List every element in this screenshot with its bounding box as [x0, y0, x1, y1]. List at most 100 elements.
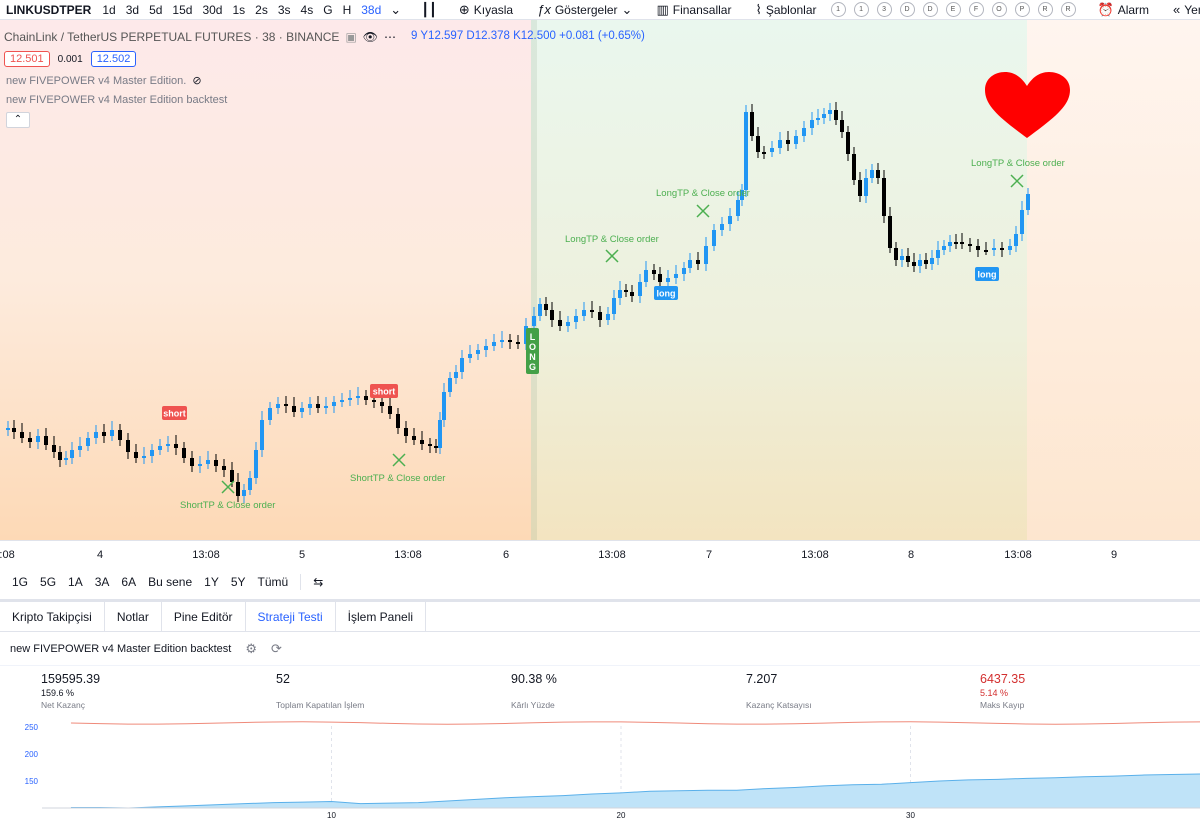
long1-label: long	[657, 289, 676, 299]
y-tick-label: 200	[25, 750, 39, 759]
stat-label: Kârlı Yüzde	[511, 700, 555, 710]
stat-percent: 5.14 %	[980, 688, 1009, 698]
range-3[interactable]: 3A	[89, 575, 116, 589]
ohlc-values: 9 Y12.597 D12.378 K12.500 +0.081 (+0.65%…	[411, 30, 645, 42]
indicator-1-label: new FIVEPOWER v4 Master Edition.	[6, 74, 187, 87]
time-tick: 13:08	[598, 549, 626, 561]
quick-button-6[interactable]: F	[968, 2, 984, 17]
compare-button[interactable]: ⊕ Kıyasla	[453, 2, 519, 18]
eye-icon[interactable]: 👁	[363, 30, 378, 44]
timeframe-0[interactable]: 1d	[97, 3, 120, 17]
timeframe-list: 1d 3d 5d 15d 30d 1s 2s 3s 4s G H 38d	[97, 3, 386, 17]
x-tick-label: 30	[906, 811, 915, 820]
symbol-title: ChainLink / TetherUS PERPETUAL FUTURES ·…	[4, 30, 340, 44]
long-vertical-letter: O	[529, 342, 536, 352]
equity-area	[42, 773, 1200, 808]
tab-4[interactable]: İşlem Paneli	[336, 602, 427, 631]
candlestick-icon[interactable]: ┃┃	[417, 2, 441, 18]
timeframe-4[interactable]: 30d	[197, 3, 227, 17]
quick-button-1[interactable]: 1	[853, 2, 869, 17]
timeframe-5[interactable]: 1s	[227, 3, 250, 17]
quick-button-0[interactable]: 1	[830, 2, 846, 17]
tradingview-app: LINKUSDTPER 1d 3d 5d 15d 30d 1s 2s 3s 4s G H 38d ⌄ …	[0, 0, 1200, 821]
templates-button[interactable]: ⌇ Şablonlar	[749, 2, 822, 18]
range-4[interactable]: 6A	[115, 575, 142, 589]
stat-value: 6437.35	[980, 672, 1026, 686]
replay-label: Yeniden oynat	[1184, 2, 1200, 17]
tab-1[interactable]: Notlar	[105, 602, 162, 631]
timeframe-7[interactable]: 3s	[273, 3, 296, 17]
chevron-down-icon[interactable]: ⌄	[386, 2, 405, 18]
replay-button[interactable]: « Yeniden oynat	[1167, 2, 1200, 17]
stat-percent: 159.6 %	[41, 688, 75, 698]
timeframe-11[interactable]: 38d	[356, 3, 386, 17]
quick-button-10[interactable]: R	[1060, 2, 1076, 17]
timeframe-6[interactable]: 2s	[250, 3, 273, 17]
indicators-button[interactable]: ƒx Göstergeler ⌄	[531, 2, 638, 18]
indicator-legend-1[interactable]: new FIVEPOWER v4 Master Edition. ⊘	[6, 74, 202, 88]
tab-3[interactable]: Strateji Testi	[246, 602, 336, 631]
quick-button-9[interactable]: R	[1037, 2, 1053, 17]
date-range-bar: 1G 5G 1A 3A 6A Bu sene 1Y 5Y Tümü ⇆	[0, 566, 1200, 598]
close-cross-icon	[221, 480, 235, 494]
range-0[interactable]: 1G	[0, 575, 34, 589]
tab-2[interactable]: Pine Editör	[162, 602, 246, 631]
financials-button[interactable]: ▥ Finansallar	[650, 2, 737, 18]
short1-label: short	[163, 409, 186, 419]
range-8[interactable]: Tümü	[252, 575, 295, 589]
stat-value: 7.207	[746, 672, 778, 686]
range-5[interactable]: Bu sene	[142, 575, 198, 589]
quick-button-5[interactable]: E	[945, 2, 961, 17]
quick-button-7[interactable]: O	[991, 2, 1007, 17]
symbol-search[interactable]: LINKUSDTPER	[0, 3, 97, 17]
alarm-button[interactable]: ⏰ Alarm	[1092, 2, 1156, 18]
indicator-legend-2[interactable]: new FIVEPOWER v4 Master Edition backtest	[6, 94, 227, 106]
legend-title-row: ChainLink / TetherUS PERPETUAL FUTURES ·…	[4, 30, 396, 44]
timeframe-1[interactable]: 3d	[121, 3, 144, 17]
alarm-clock-icon: ⏰	[1097, 1, 1114, 17]
time-tick: 13:08	[394, 549, 422, 561]
stat-percent	[276, 688, 364, 698]
square-icon[interactable]: ▣	[345, 30, 356, 44]
settings-gear-icon[interactable]: ⚙	[245, 641, 257, 657]
more-icon[interactable]: ⋯	[384, 30, 396, 44]
templates-label: Şablonlar	[765, 2, 817, 17]
function-icon: ƒx	[537, 2, 551, 17]
eye-slash-icon[interactable]: ⊘	[192, 74, 201, 87]
long-vertical-letter: L	[530, 332, 536, 342]
time-tick: 4	[96, 549, 104, 561]
stat-value: 90.38 %	[511, 672, 557, 686]
tab-0[interactable]: Kripto Takipçisi	[0, 602, 105, 631]
financials-label: Finansallar	[672, 2, 732, 17]
long1-marker: long	[654, 286, 678, 300]
quick-button-2[interactable]: 3	[876, 2, 892, 17]
range-6[interactable]: 1Y	[198, 575, 225, 589]
quick-button-4[interactable]: D	[922, 2, 938, 17]
x-tick-label: 10	[327, 811, 336, 820]
collapse-legend-button[interactable]: ⌃	[6, 112, 30, 128]
sell-price[interactable]: 12.501	[4, 51, 50, 67]
quick-button-3[interactable]: D	[899, 2, 915, 17]
long-vertical-letter: G	[529, 362, 536, 372]
refresh-icon[interactable]: ⟳	[271, 641, 282, 657]
go-to-date-icon[interactable]: ⇆	[307, 575, 329, 589]
equity-curve-chart: 250 200 150 10 20 30	[25, 721, 1200, 820]
heart-icon	[985, 72, 1070, 138]
timeframe-10[interactable]: H	[338, 3, 357, 17]
indicators-label: Göstergeler	[554, 2, 618, 17]
strategy-header: new FIVEPOWER v4 Master Edition backtest…	[0, 632, 1200, 666]
quick-button-8[interactable]: P	[1014, 2, 1030, 17]
timeframe-9[interactable]: G	[318, 3, 337, 17]
range-7[interactable]: 5Y	[225, 575, 252, 589]
range-2[interactable]: 1A	[62, 575, 89, 589]
buy-price[interactable]: 12.502	[90, 51, 137, 67]
time-axis[interactable]: 3:08 4 13:08 5 13:08 6 13:08 7 13:08 8 13:08 9	[0, 540, 1200, 566]
timeframe-3[interactable]: 15d	[167, 3, 197, 17]
range-1[interactable]: 5G	[34, 575, 62, 589]
timeframe-8[interactable]: 4s	[296, 3, 319, 17]
top-toolbar: LINKUSDTPER 1d 3d 5d 15d 30d 1s 2s 3s 4s G H 38d ⌄ …	[0, 0, 1200, 20]
range-divider	[300, 574, 302, 590]
alarm-label: Alarm	[1117, 2, 1150, 17]
time-tick: 13:08	[192, 549, 220, 561]
timeframe-2[interactable]: 5d	[144, 3, 167, 17]
